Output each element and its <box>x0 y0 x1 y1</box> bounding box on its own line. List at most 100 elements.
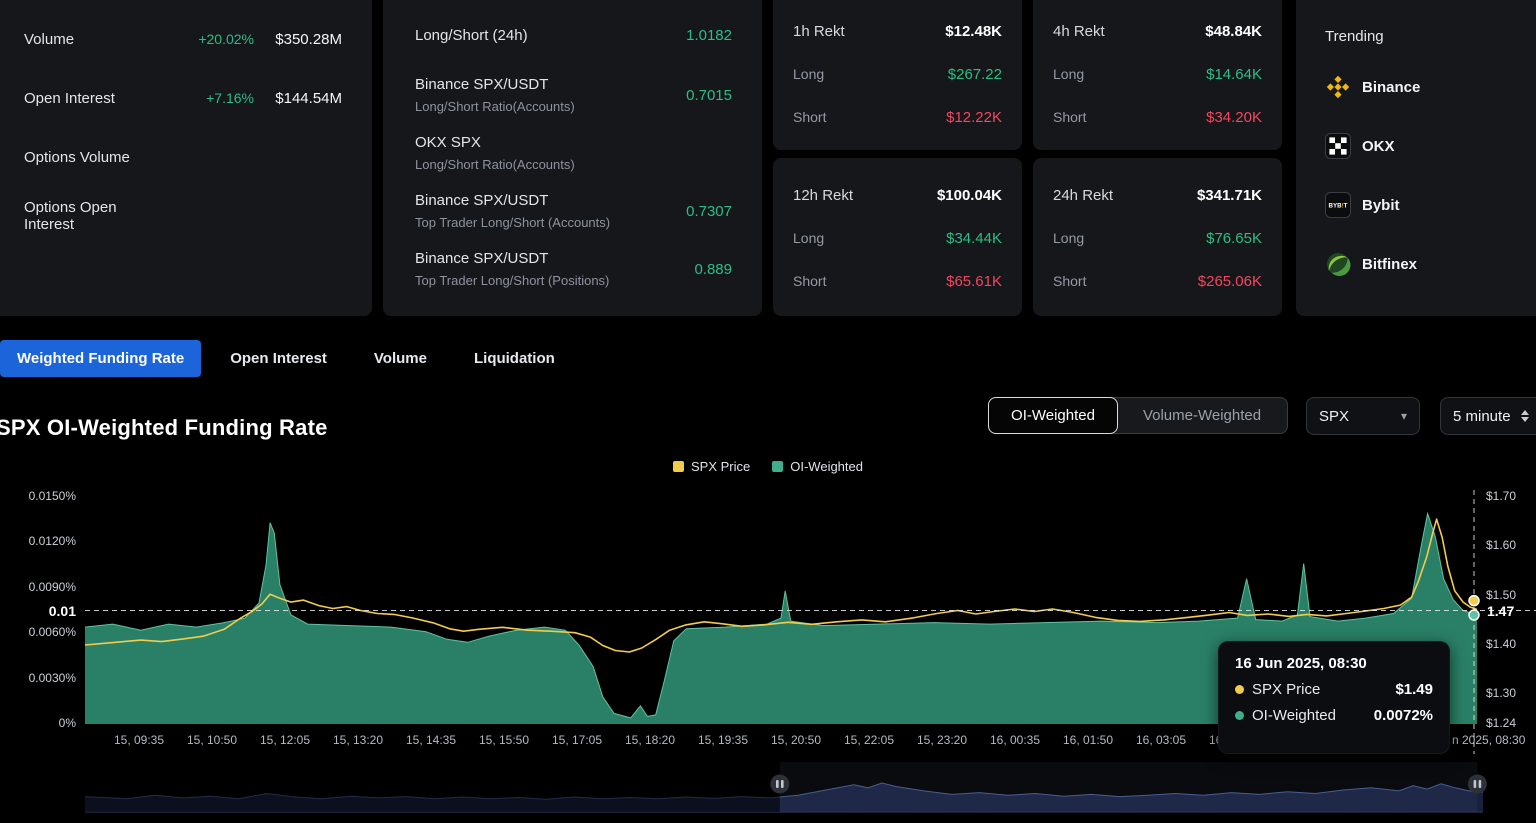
navigator-selected-region[interactable] <box>780 762 1478 812</box>
stat-row-options-volume: Options Volume <box>24 146 342 168</box>
trending-card: Trending Binance OKX BYB!T Bybit <box>1296 0 1536 316</box>
trending-name: OKX <box>1362 138 1395 155</box>
binance-icon <box>1325 74 1351 100</box>
legend-swatch <box>772 461 783 472</box>
trending-item-bybit[interactable]: BYB!T Bybit <box>1325 192 1526 218</box>
stat-row-open-interest: Open Interest +7.16% $144.54M <box>24 87 342 109</box>
legend-label: OI-Weighted <box>790 459 863 474</box>
navigator-handle[interactable] <box>1468 775 1487 794</box>
ratio-row: Binance SPX/USDT Top Trader Long/Short (… <box>415 247 732 291</box>
rekt-long-label: Long <box>1053 66 1084 82</box>
tooltip-value: 0.0072% <box>1374 707 1433 724</box>
ratio-row: Long/Short (24h) 1.0182 <box>415 24 732 47</box>
ratio-title: Long/Short (24h) <box>415 24 686 47</box>
current-price-label: 1.47 <box>1487 603 1514 619</box>
tooltip-label: SPX Price <box>1252 681 1395 698</box>
stat-label: Options Volume <box>24 149 168 166</box>
rekt-card-24h: 24h Rekt$341.71K Long$76.65K Short$265.0… <box>1033 158 1282 316</box>
ratio-row: OKX SPX Long/Short Ratio(Accounts) <box>415 131 732 175</box>
ratio-subtitle: Long/Short Ratio(Accounts) <box>415 154 732 175</box>
pause-icon <box>776 780 779 788</box>
tab-weighted-funding-rate[interactable]: Weighted Funding Rate <box>0 340 201 377</box>
stat-label: Open Interest <box>24 90 168 107</box>
tooltip-timestamp: 16 Jun 2025, 08:30 <box>1235 655 1433 672</box>
current-funding-label: 0.01 <box>30 603 76 619</box>
stat-value: $144.54M <box>254 90 342 107</box>
ratio-title: OKX SPX <box>415 131 732 154</box>
rekt-long-label: Long <box>793 230 824 246</box>
symbol-select-value: SPX <box>1319 408 1349 425</box>
legend-item-spx-price[interactable]: SPX Price <box>673 459 750 474</box>
updown-arrows-icon <box>1521 409 1529 423</box>
navigator-handle[interactable] <box>770 775 789 794</box>
stat-label: Options Open Interest <box>24 199 168 233</box>
rekt-long-value: $34.44K <box>946 230 1002 247</box>
ratio-title: Binance SPX/USDT <box>415 247 694 270</box>
ratio-value: 0.7307 <box>686 203 732 220</box>
chart-navigator[interactable] <box>0 760 1536 818</box>
rekt-period: 1h Rekt <box>793 23 845 40</box>
trending-name: Bitfinex <box>1362 256 1417 273</box>
tooltip-dot-oi-weighted <box>1235 711 1244 720</box>
long-short-ratios-card: Long/Short (24h) 1.0182 Binance SPX/USDT… <box>383 0 762 316</box>
weighting-toggle: OI-Weighted Volume-Weighted <box>988 397 1288 434</box>
rekt-short-value: $65.61K <box>946 273 1002 290</box>
tab-liquidation[interactable]: Liquidation <box>474 350 555 367</box>
rekt-card-4h: 4h Rekt$48.84K Long$14.64K Short$34.20K <box>1033 0 1282 150</box>
legend-item-oi-weighted[interactable]: OI-Weighted <box>772 459 863 474</box>
rekt-total: $12.48K <box>945 23 1002 40</box>
tooltip-value: $1.49 <box>1395 681 1433 698</box>
rekt-long-value: $267.22 <box>948 66 1002 83</box>
rekt-long-label: Long <box>1053 230 1084 246</box>
tooltip-dot-spx-price <box>1235 685 1244 694</box>
rekt-total: $100.04K <box>937 187 1002 204</box>
trending-name: Bybit <box>1362 197 1400 214</box>
rekt-short-label: Short <box>793 109 826 125</box>
okx-icon <box>1325 133 1351 159</box>
navigator-unselected-mask <box>85 762 780 812</box>
stat-row-options-open-interest: Options Open Interest <box>24 205 342 227</box>
stat-value: $350.28M <box>254 31 342 48</box>
toggle-oi-weighted[interactable]: OI-Weighted <box>988 397 1118 434</box>
toggle-volume-weighted[interactable]: Volume-Weighted <box>1117 398 1287 433</box>
tab-volume[interactable]: Volume <box>374 350 427 367</box>
stat-change: +20.02% <box>168 31 254 47</box>
ratio-row: Binance SPX/USDT Long/Short Ratio(Accoun… <box>415 73 732 117</box>
rekt-long-value: $14.64K <box>1206 66 1262 83</box>
pause-icon <box>781 780 784 788</box>
rekt-card-1h: 1h Rekt$12.48K Long$267.22 Short$12.22K <box>773 0 1022 150</box>
trending-item-bitfinex[interactable]: Bitfinex <box>1325 251 1526 277</box>
interval-select-value: 5 minute <box>1453 408 1511 425</box>
interval-select[interactable]: 5 minute <box>1440 397 1536 435</box>
ratio-subtitle: Top Trader Long/Short (Positions) <box>415 270 694 291</box>
trending-item-okx[interactable]: OKX <box>1325 133 1526 159</box>
legend-label: SPX Price <box>691 459 750 474</box>
chart-tabs: Weighted Funding Rate Open Interest Volu… <box>0 340 555 377</box>
rekt-short-value: $34.20K <box>1206 109 1262 126</box>
rekt-short-label: Short <box>793 273 826 289</box>
trending-item-binance[interactable]: Binance <box>1325 74 1526 100</box>
chart-tooltip: 16 Jun 2025, 08:30 SPX Price $1.49 OI-We… <box>1218 641 1450 754</box>
svg-text:BYB!T: BYB!T <box>1329 203 1348 210</box>
rekt-short-label: Short <box>1053 109 1086 125</box>
price-marker-dot <box>1469 596 1479 606</box>
rekt-card-12h: 12h Rekt $100.04K Long $34.44K Short $65.61… <box>773 158 1022 316</box>
ratio-title: Binance SPX/USDT <box>415 73 686 96</box>
rekt-period: 4h Rekt <box>1053 23 1105 40</box>
stat-change: +7.16% <box>168 90 254 106</box>
pause-icon <box>1474 780 1477 788</box>
bitfinex-icon <box>1325 251 1351 277</box>
symbol-select[interactable]: SPX ▾ <box>1306 397 1420 435</box>
page-title: SPX OI-Weighted Funding Rate <box>0 415 328 441</box>
ratio-subtitle: Top Trader Long/Short (Accounts) <box>415 212 686 233</box>
legend-swatch <box>673 461 684 472</box>
ratio-subtitle: Long/Short Ratio(Accounts) <box>415 96 686 117</box>
rekt-total: $341.71K <box>1197 187 1262 204</box>
trending-name: Binance <box>1362 79 1420 96</box>
ratio-value: 1.0182 <box>686 27 732 44</box>
rekt-period: 12h Rekt <box>793 187 853 204</box>
rekt-short-label: Short <box>1053 273 1086 289</box>
rekt-long-value: $76.65K <box>1206 230 1262 247</box>
tab-open-interest[interactable]: Open Interest <box>230 350 327 367</box>
chevron-down-icon: ▾ <box>1401 409 1407 423</box>
